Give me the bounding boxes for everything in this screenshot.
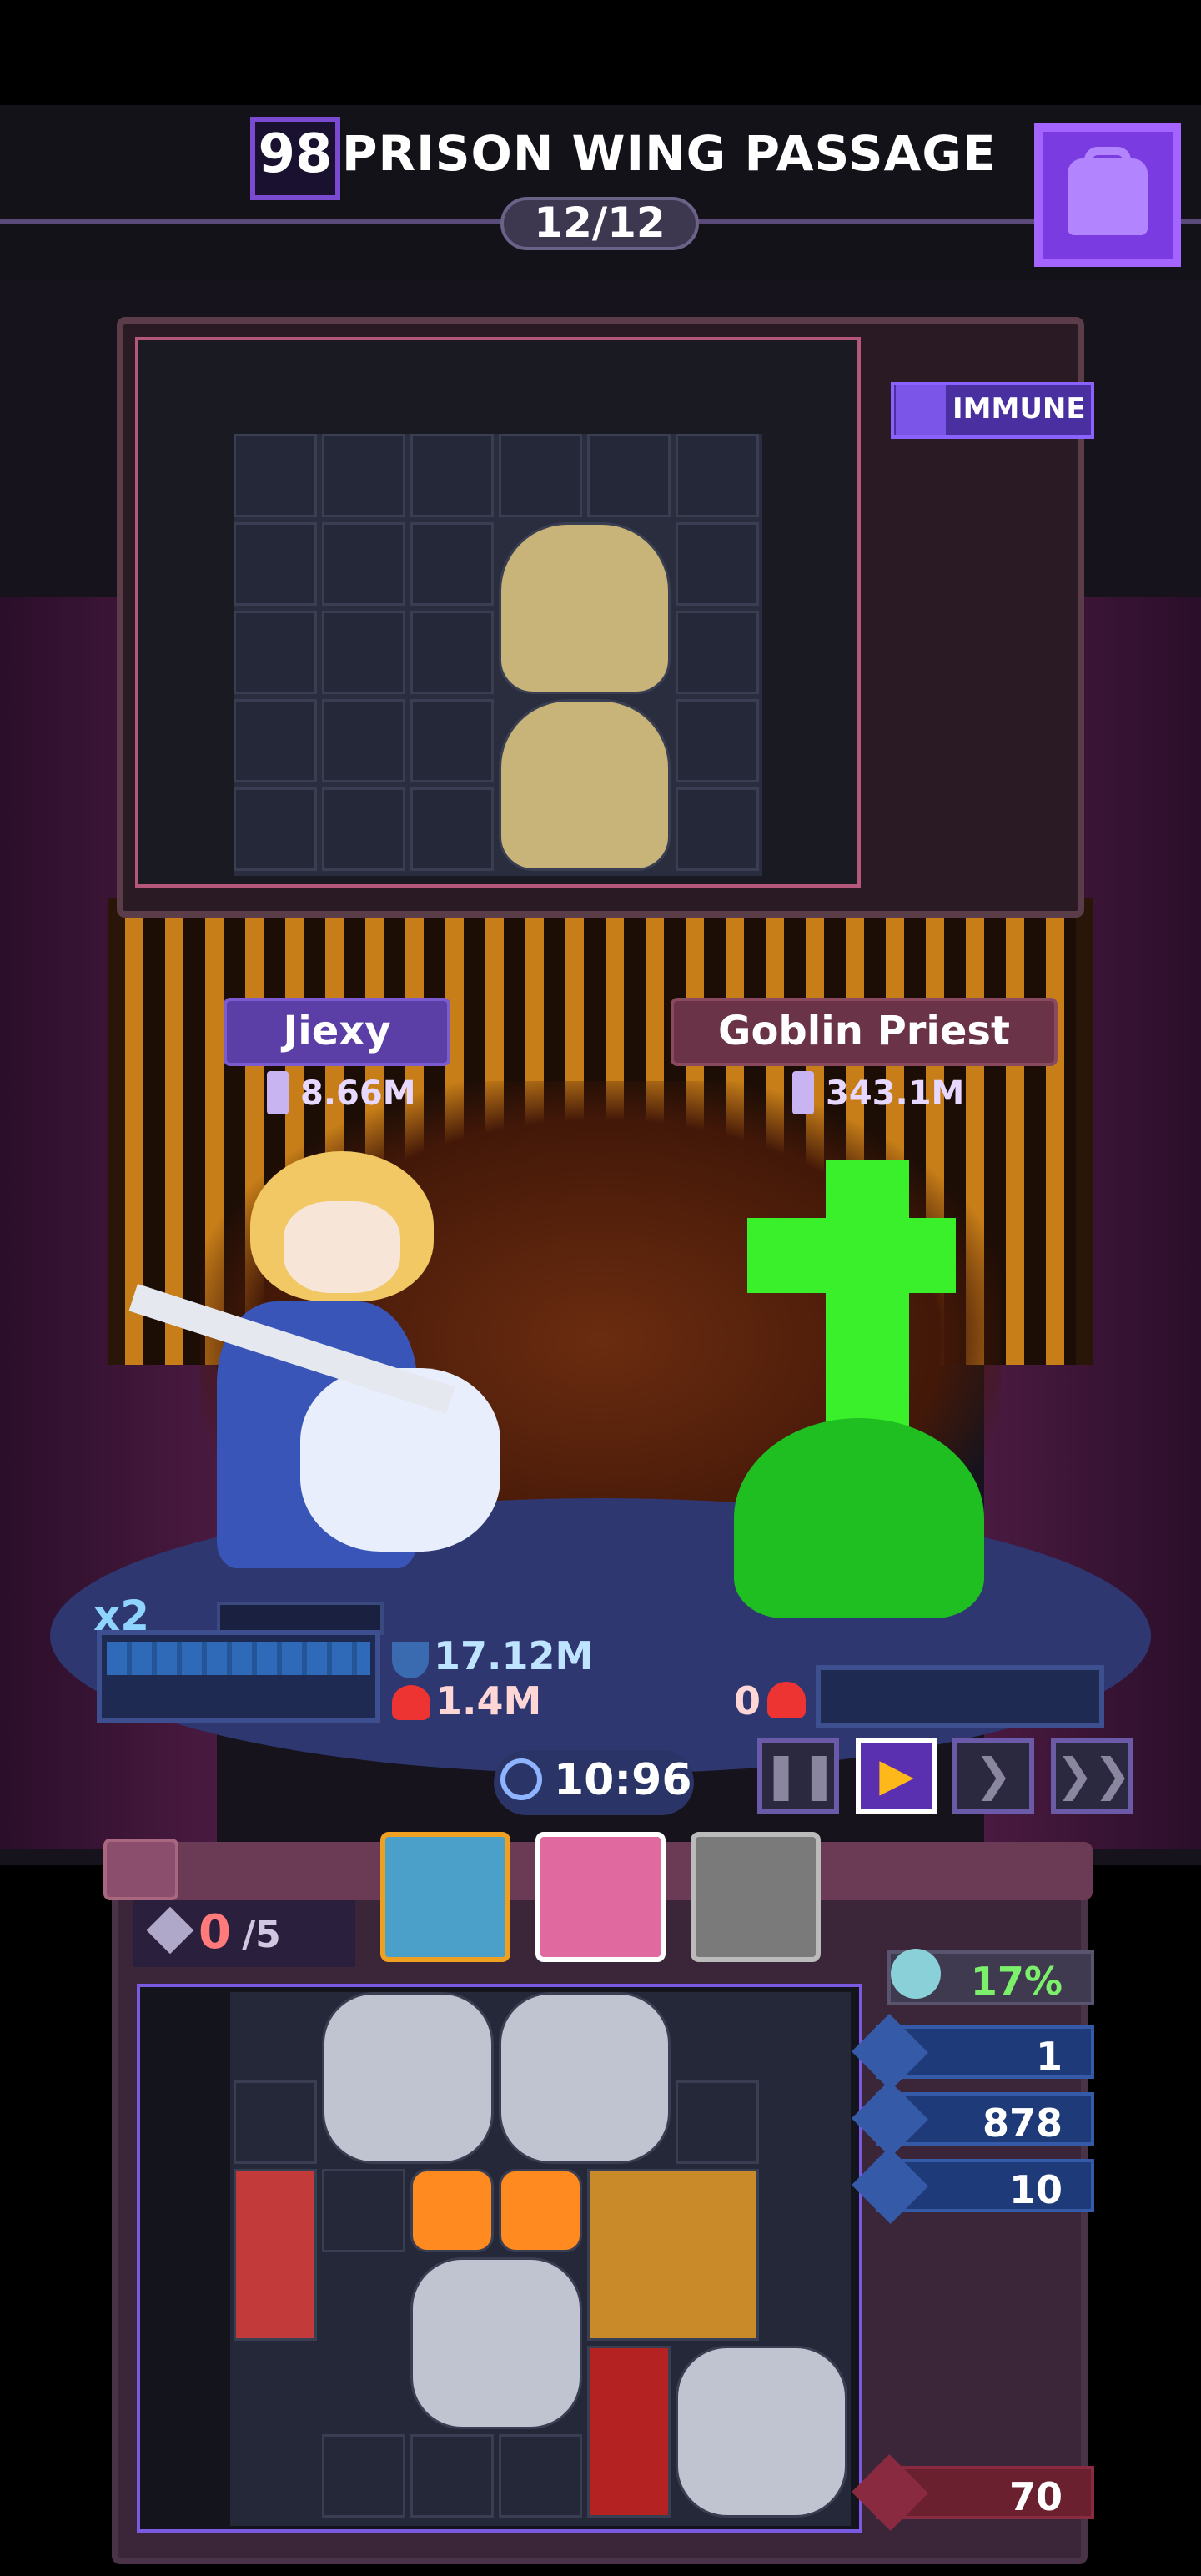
item-list-button[interactable] xyxy=(103,1839,178,1900)
loot-slot[interactable] xyxy=(410,699,494,782)
hero-hp-value: 1.4M xyxy=(435,1678,542,1723)
heart-icon xyxy=(392,1685,430,1720)
stat-item-count: 1 xyxy=(852,2014,1094,2090)
loot-slot[interactable] xyxy=(499,434,582,517)
stat-value: 878 xyxy=(982,2101,1063,2146)
stat-kills: 878 xyxy=(852,2080,1094,2157)
loot-slot[interactable] xyxy=(234,434,317,517)
loot-slot[interactable] xyxy=(676,611,759,694)
hero-shield-fill xyxy=(107,1642,370,1675)
loot-slot[interactable] xyxy=(234,699,317,782)
potion-item[interactable] xyxy=(499,2169,582,2252)
gem-item[interactable] xyxy=(499,2434,582,2518)
loot-slot[interactable] xyxy=(676,699,759,782)
clock-icon xyxy=(500,1758,542,1800)
loot-slot[interactable] xyxy=(410,522,494,606)
sword-icon xyxy=(267,1071,289,1114)
inventory-button[interactable] xyxy=(1034,123,1181,267)
loot-slot[interactable] xyxy=(234,522,317,606)
slots-total: /5 xyxy=(242,1914,281,1956)
skull-item[interactable] xyxy=(499,699,671,871)
backpack-grid-inner xyxy=(230,1992,851,2526)
pause-icon: ❚❚ xyxy=(762,1748,838,1801)
spike-item[interactable] xyxy=(676,2080,759,2164)
armor-item[interactable] xyxy=(410,2257,582,2429)
double-chevron-right-icon: ❯❯ xyxy=(1056,1748,1132,1801)
wave-counter-text: 12/12 xyxy=(534,199,666,247)
loot-slot[interactable] xyxy=(587,434,671,517)
faster-forward-button[interactable]: ❯❯ xyxy=(1051,1738,1133,1814)
backpack-icon xyxy=(1068,158,1148,235)
slots-used: 0 xyxy=(198,1905,231,1960)
enemy-hp-bar xyxy=(816,1665,1104,1728)
loot-slot[interactable] xyxy=(322,434,405,517)
armor-item[interactable] xyxy=(322,1992,494,2164)
pause-button[interactable]: ❚❚ xyxy=(757,1738,839,1814)
hero-portrait-1[interactable] xyxy=(380,1832,510,1962)
crit-value: 17% xyxy=(970,1959,1063,2004)
loot-slot[interactable] xyxy=(234,787,317,871)
chevron-right-icon: ❯ xyxy=(974,1748,1013,1801)
spike-item[interactable] xyxy=(322,2169,405,2252)
loot-slot[interactable] xyxy=(234,611,317,694)
shield-icon xyxy=(392,1642,429,1678)
loot-slot[interactable] xyxy=(322,522,405,606)
level-number: 98 xyxy=(258,123,333,185)
stat-bottom: 70 xyxy=(852,2454,1094,2531)
loot-slot[interactable] xyxy=(676,434,759,517)
hero-portrait-2[interactable] xyxy=(535,1832,666,1962)
loot-slot[interactable] xyxy=(322,611,405,694)
play-icon: ▶ xyxy=(879,1748,914,1801)
orb-icon xyxy=(891,1949,941,1999)
battle-timer-text: 10:96 xyxy=(554,1755,692,1805)
gem-item[interactable] xyxy=(410,2434,494,2518)
potion-item[interactable] xyxy=(410,2169,494,2252)
heart-icon xyxy=(767,1682,806,1718)
loot-slot[interactable] xyxy=(676,522,759,606)
gem-item[interactable] xyxy=(322,2434,405,2518)
hero-name: Jiexy xyxy=(283,1008,391,1054)
loot-slot[interactable] xyxy=(410,434,494,517)
enemy-loot-grid xyxy=(234,434,762,876)
heart-item[interactable] xyxy=(587,2346,671,2518)
status-bar xyxy=(0,0,1201,105)
zone-title: PRISON WING PASSAGE xyxy=(342,125,997,182)
immune-label: IMMUNE xyxy=(952,392,1086,425)
skull-item[interactable] xyxy=(499,522,671,694)
enemy-name: Goblin Priest xyxy=(718,1008,1010,1054)
stat-value: 1 xyxy=(1035,2034,1063,2079)
enemy-sprite-cross-arm xyxy=(747,1218,956,1293)
hero-shield-value: 17.12M xyxy=(434,1633,594,1678)
enemy-attack: 343.1M xyxy=(826,1074,965,1113)
shield-item[interactable] xyxy=(234,2169,317,2341)
immune-icon xyxy=(896,385,946,435)
fast-forward-button[interactable]: ❯ xyxy=(952,1738,1034,1814)
enemy-sprite-body xyxy=(734,1418,984,1618)
loot-slot[interactable] xyxy=(322,787,405,871)
loot-slot[interactable] xyxy=(410,787,494,871)
axe-item[interactable] xyxy=(587,2169,759,2341)
stat-value: 70 xyxy=(1008,2474,1063,2519)
loot-slot[interactable] xyxy=(676,787,759,871)
sword-icon xyxy=(792,1071,814,1114)
loot-slot[interactable] xyxy=(322,699,405,782)
stat-value: 10 xyxy=(1008,2167,1063,2212)
stat-enemies: 10 xyxy=(852,2147,1094,2224)
armor-item[interactable] xyxy=(499,1992,671,2164)
armor-item[interactable] xyxy=(676,2346,847,2518)
hero-attack: 8.66M xyxy=(300,1074,416,1113)
hero-sprite-face xyxy=(284,1201,400,1293)
hero-portrait-3[interactable] xyxy=(691,1832,821,1962)
enemy-hp-value: 0 xyxy=(734,1678,761,1723)
play-button[interactable]: ▶ xyxy=(856,1738,937,1814)
spike-item[interactable] xyxy=(234,2080,317,2164)
loot-slot[interactable] xyxy=(410,611,494,694)
